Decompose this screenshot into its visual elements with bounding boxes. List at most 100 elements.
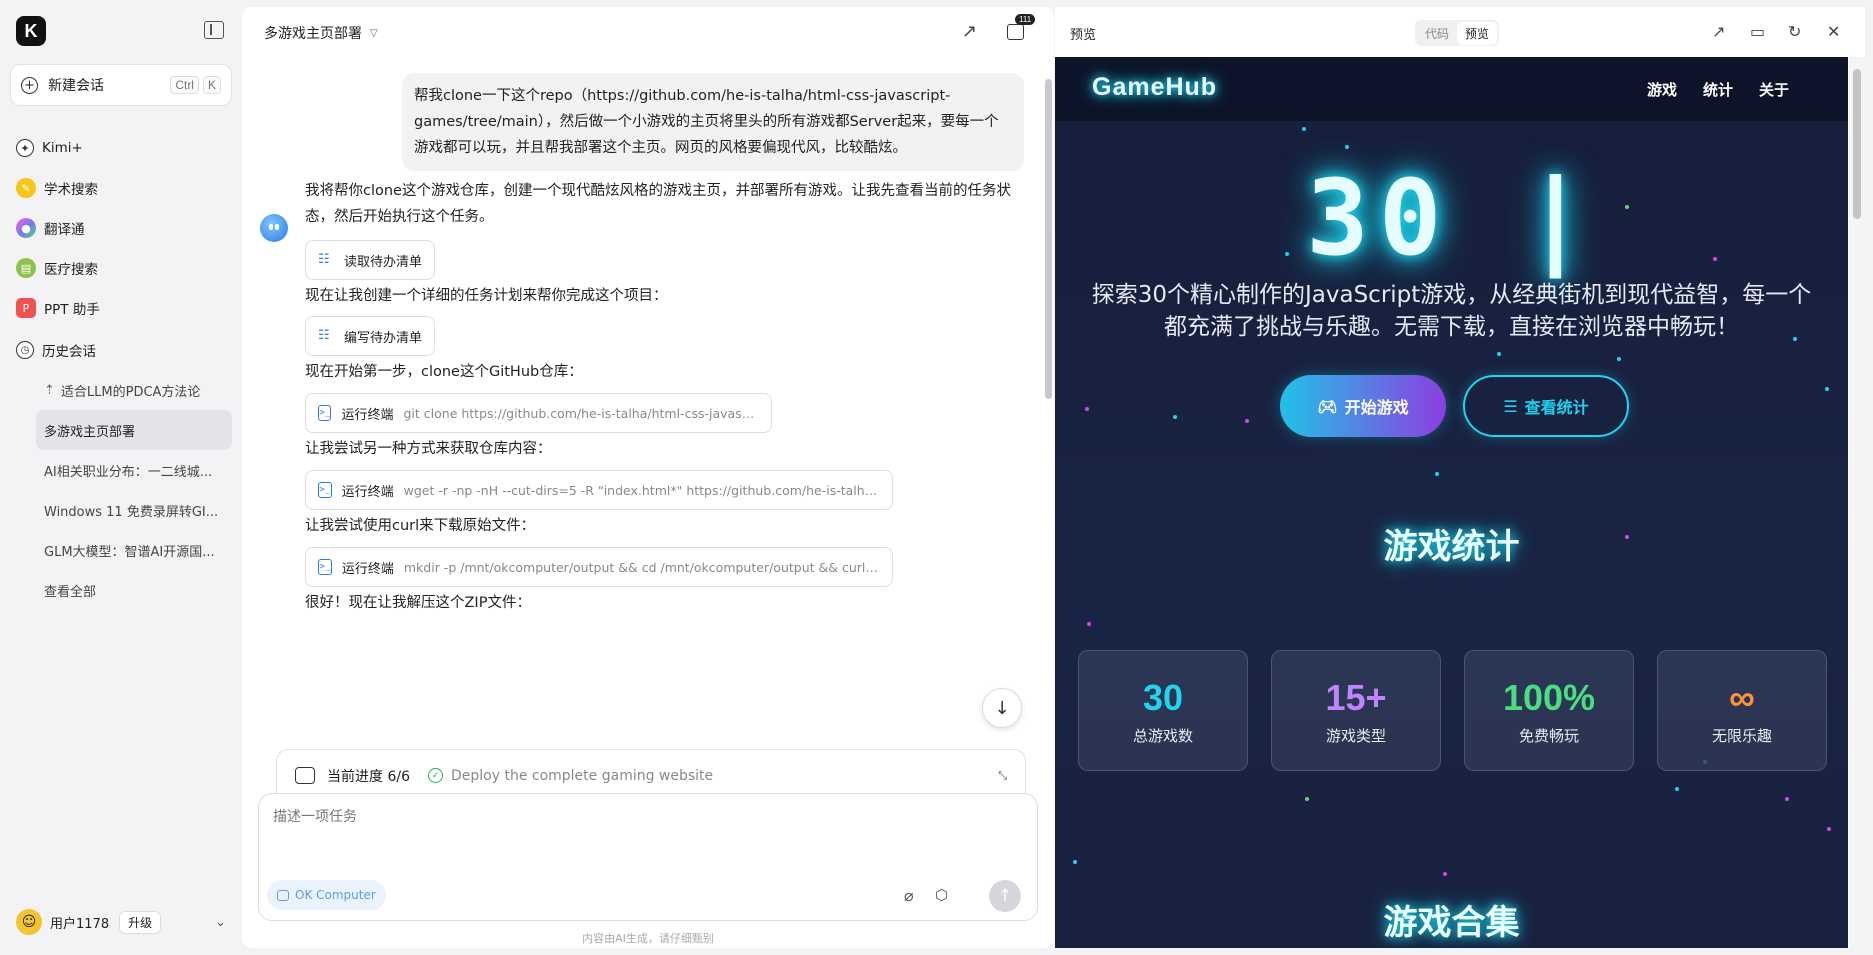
star-decoration: [1305, 797, 1309, 801]
assistant-message: 现在让我创建一个详细的任务计划来帮你完成这个项目：: [305, 288, 668, 304]
assistant-message: 让我尝试使用curl来下载原始文件：: [305, 518, 536, 534]
sidebar-collapse-icon[interactable]: [204, 21, 224, 39]
history-item[interactable]: Windows 11 免费录屏转GI...: [36, 490, 232, 530]
history-item-label: 查看全部: [44, 584, 97, 600]
history-item-label: GLM大模型：智谱AI开源国...: [44, 544, 215, 560]
history-item-active[interactable]: 多游戏主页部署: [36, 410, 232, 450]
site-nav-games[interactable]: 游戏: [1647, 79, 1677, 100]
preview-panel: 预览 代码 预览 ↗ ▭ ↻ ✕ GameHub 游戏 统计 关于 30 | 探…: [1055, 7, 1865, 948]
star-decoration: [1087, 622, 1091, 626]
scroll-to-bottom-button[interactable]: ↓: [982, 688, 1022, 728]
message-composer: OK Computer ⌀ ⬡ ↑: [258, 793, 1038, 921]
stat-card: 100% 免费畅玩: [1464, 650, 1634, 771]
sidebar-item-academic-search[interactable]: ✎ 学术搜索: [16, 176, 98, 200]
progress-label: 当前进度 6/6: [327, 768, 410, 785]
star-decoration: [1173, 415, 1177, 419]
new-chat-button[interactable]: + 新建会话 Ctrl K: [10, 64, 232, 106]
tab-code[interactable]: 代码: [1417, 22, 1457, 45]
history-item[interactable]: GLM大模型：智谱AI开源国...: [36, 530, 232, 570]
preview-header: 预览 代码 预览 ↗ ▭ ↻ ✕: [1055, 7, 1865, 57]
refresh-icon[interactable]: ↻: [1788, 22, 1801, 41]
sidebar-item-history[interactable]: ◷ 历史会话: [16, 338, 96, 362]
star-decoration: [1302, 127, 1306, 131]
sidebar-item-medical-search[interactable]: ▤ 医疗搜索: [16, 256, 98, 280]
stat-label: 免费畅玩: [1518, 727, 1579, 745]
history-item-label: 多游戏主页部署: [44, 424, 136, 440]
chat-scrollbar[interactable]: [1045, 79, 1052, 399]
assistant-message: 很好！现在让我解压这个ZIP文件：: [305, 595, 531, 611]
stat-value: 30: [1142, 677, 1184, 718]
view-stats-label: 查看统计: [1524, 398, 1589, 417]
start-game-button[interactable]: 🎮︎ 开始游戏: [1280, 375, 1446, 437]
assistant-message: 现在开始第一步，clone这个GitHub仓库：: [305, 364, 583, 380]
progress-task: Deploy the complete gaming website: [450, 767, 714, 784]
sidebar-item-ppt-assistant[interactable]: P PPT 助手: [16, 296, 100, 320]
games-section-title: 游戏合集: [1383, 903, 1520, 943]
task-input[interactable]: [273, 806, 1013, 856]
user-menu[interactable]: ☺ 用户1178 升级 ⌄: [16, 908, 226, 936]
stat-value: 100%: [1502, 677, 1596, 718]
stat-label: 无限乐趣: [1711, 727, 1772, 745]
hero-number: 30 |: [1306, 157, 1597, 279]
site-nav-about[interactable]: 关于: [1759, 79, 1789, 100]
site-nav-stats[interactable]: 统计: [1703, 79, 1733, 100]
gamepad-icon: 🎮︎: [1317, 396, 1338, 416]
tool-call-write-todo[interactable]: ☷ 编写待办清单: [305, 316, 436, 356]
user-name: 用户1178: [50, 916, 110, 932]
send-button[interactable]: ↑: [989, 880, 1021, 912]
plus-icon: +: [21, 76, 38, 94]
code-preview-toggle: 代码 预览: [1415, 20, 1500, 46]
cube-icon[interactable]: ⬡: [935, 886, 948, 904]
tool-label: 编写待办清单: [344, 330, 423, 346]
tab-preview[interactable]: 预览: [1457, 21, 1498, 45]
stats-section-title: 游戏统计: [1383, 527, 1520, 567]
ppt-icon: P: [16, 298, 36, 318]
view-all-history-link[interactable]: 查看全部: [36, 570, 232, 610]
chat-title-dropdown[interactable]: 多游戏主页部署 ▽: [264, 23, 378, 43]
new-chat-label: 新建会话: [48, 78, 104, 94]
history-item[interactable]: AI相关职业分布：一二线城...: [36, 450, 232, 490]
device-icon[interactable]: ▭: [1750, 22, 1765, 41]
tool-call-terminal[interactable]: >_ 运行终端 git clone https://github.com/he-…: [305, 393, 772, 433]
sidebar-item-label: 学术搜索: [44, 182, 98, 198]
pin-icon: ⇡: [44, 382, 55, 398]
expand-icon[interactable]: ⤡: [998, 769, 1007, 783]
stat-value: ∞: [1729, 677, 1755, 718]
upgrade-button[interactable]: 升级: [119, 910, 162, 934]
history-item[interactable]: ⇡ 适合LLM的PDCA方法论: [36, 370, 232, 410]
star-decoration: [1435, 472, 1439, 476]
assistant-message: 让我尝试另一种方式来获取仓库内容：: [305, 441, 552, 457]
sidebar-item-kimi-plus[interactable]: ✦ Kimi+: [16, 136, 83, 160]
close-icon[interactable]: ✕: [1827, 22, 1840, 41]
stat-value: 15+: [1325, 677, 1387, 718]
files-icon[interactable]: [1007, 24, 1024, 40]
robot-icon: [295, 767, 315, 784]
tool-call-terminal[interactable]: >_ 运行终端 wget -r -np -nH --cut-dirs=5 -R …: [305, 470, 893, 510]
open-external-icon[interactable]: ↗: [1712, 22, 1725, 41]
chevron-down-icon[interactable]: ⌄: [215, 915, 226, 930]
star-decoration: [1785, 797, 1789, 801]
site-navbar: GameHub 游戏 统计 关于: [1055, 57, 1848, 121]
history-item-label: 适合LLM的PDCA方法论: [60, 384, 201, 400]
stat-label: 总游戏数: [1132, 727, 1193, 745]
stat-card: 15+ 游戏类型: [1271, 650, 1441, 771]
view-stats-button[interactable]: ☰ 查看统计: [1463, 375, 1629, 437]
ai-disclaimer: 内容由AI生成，请仔细甄别: [582, 932, 714, 945]
tool-call-terminal[interactable]: >_ 运行终端 mkdir -p /mnt/okcomputer/output …: [305, 547, 893, 587]
star-decoration: [1245, 419, 1249, 423]
clock-icon: ◷: [16, 341, 34, 359]
kimi-logo[interactable]: K: [16, 16, 46, 46]
tool-command: mkdir -p /mnt/okcomputer/output && cd /m…: [403, 559, 880, 575]
star-decoration: [1617, 357, 1621, 361]
ok-computer-chip[interactable]: OK Computer: [267, 880, 386, 910]
tool-call-read-todo[interactable]: ☷ 读取待办清单: [305, 240, 436, 280]
star-decoration: [1345, 145, 1349, 149]
sidebar-item-translate[interactable]: ● 翻译通: [16, 216, 85, 240]
checklist-icon: ☷: [318, 328, 330, 343]
share-icon[interactable]: ↗: [962, 21, 984, 43]
site-logo[interactable]: GameHub: [1092, 73, 1217, 102]
star-decoration: [1675, 787, 1679, 791]
preview-scrollbar-thumb[interactable]: [1853, 69, 1861, 219]
attach-icon[interactable]: ⌀: [904, 886, 914, 905]
history-item-label: AI相关职业分布：一二线城...: [44, 464, 213, 480]
